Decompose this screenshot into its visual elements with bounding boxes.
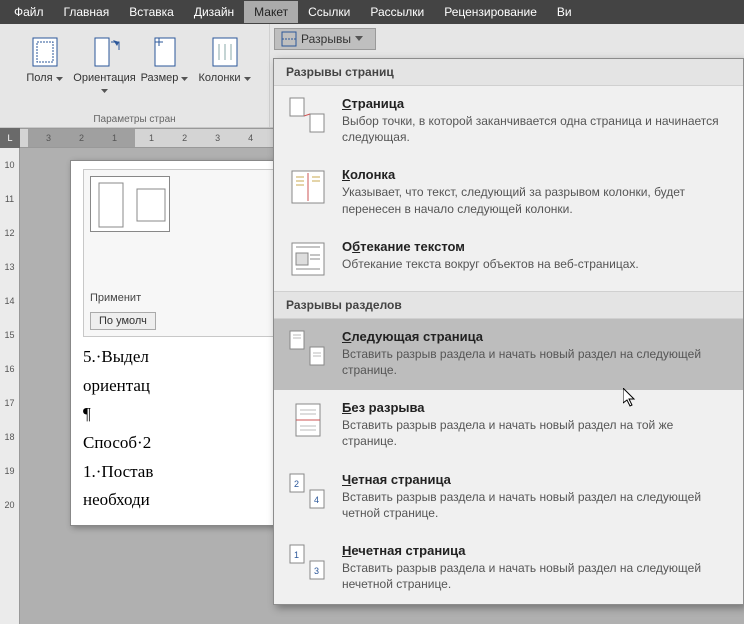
dd-item-title: Нечетная страница — [342, 543, 729, 558]
dd-item-страница[interactable]: Страница Выбор точки, в которой заканчива… — [274, 86, 743, 157]
menu-макет[interactable]: Макет — [244, 1, 298, 23]
dd-item-колонка[interactable]: Колонка Указывает, что текст, следующий з… — [274, 157, 743, 228]
dd-item-без-разрыва[interactable]: Без разрыва Вставить разрыв раздела и нач… — [274, 390, 743, 461]
dd-item-desc: Вставить разрыв раздела и начать новый р… — [342, 417, 729, 449]
dd-item-title: Страница — [342, 96, 729, 111]
svg-text:2: 2 — [294, 479, 299, 489]
breaks-dropdown: Разрывы страниц Страница Выбор точки, в к… — [273, 58, 744, 605]
dd-item-desc: Вставить разрыв раздела и начать новый р… — [342, 560, 729, 592]
ruler-corner[interactable]: L — [0, 128, 20, 148]
svg-text:4: 4 — [314, 495, 319, 505]
dd-item-title: Обтекание текстом — [342, 239, 639, 254]
ribbon-btn-колонки[interactable]: Колонки — [197, 30, 253, 96]
dd-item-icon — [288, 329, 328, 369]
dd-item-desc: Указывает, что текст, следующий за разры… — [342, 184, 729, 216]
ribbon-btn-label: Размер — [141, 72, 189, 84]
menu-ссылки[interactable]: Ссылки — [298, 1, 360, 23]
dd-items-page: Страница Выбор точки, в которой заканчива… — [274, 86, 743, 291]
поля-icon — [27, 34, 63, 70]
dd-item-title: Следующая страница — [342, 329, 729, 344]
dd-item-нечетная-страница[interactable]: 13Нечетная страницаВставить разрыв разде… — [274, 533, 743, 604]
dd-item-icon — [288, 96, 328, 136]
ribbon-group-label: Параметры стран — [93, 112, 175, 125]
dd-item-desc: Вставить разрыв раздела и начать новый р… — [342, 346, 729, 378]
dd-item-title: Колонка — [342, 167, 729, 182]
svg-text:3: 3 — [314, 566, 319, 576]
menu-рецензирование[interactable]: Рецензирование — [434, 1, 547, 23]
dd-item-title: Четная страница — [342, 472, 729, 487]
ribbon-group-page-setup: Поля Ориентация Размер Колонки Параметры… — [0, 24, 270, 127]
колонки-icon — [207, 34, 243, 70]
breaks-icon — [281, 31, 297, 47]
dd-item-icon — [288, 400, 328, 440]
dd-item-обтекание-текстом[interactable]: Обтекание текстом Обтекание текста вокруг… — [274, 229, 743, 291]
menu-главная[interactable]: Главная — [54, 1, 120, 23]
dd-item-icon: 24 — [288, 472, 328, 512]
размер-icon — [147, 34, 183, 70]
chevron-down-icon — [355, 36, 363, 42]
menu-вставка[interactable]: Вставка — [119, 1, 184, 23]
title-menubar: ФайлГлавнаяВставкаДизайнМакетСсылкиРассы… — [0, 0, 744, 24]
dd-item-следующая-страница[interactable]: Следующая страница Вставить разрыв раздел… — [274, 319, 743, 390]
ribbon-btn-label: Поля — [26, 72, 62, 84]
ribbon-btn-label: Колонки — [198, 72, 250, 84]
dd-item-desc: Выбор точки, в которой заканчивается одн… — [342, 113, 729, 145]
menu-ви[interactable]: Ви — [547, 1, 582, 23]
ribbon-btn-поля[interactable]: Поля — [17, 30, 73, 96]
ribbon-buttons-row: Поля Ориентация Размер Колонки — [17, 28, 253, 96]
svg-text:1: 1 — [294, 550, 299, 560]
dd-item-icon — [288, 239, 328, 279]
ribbon-btn-ориентация[interactable]: Ориентация — [77, 30, 133, 96]
dd-item-title: Без разрыва — [342, 400, 729, 415]
menu-файл[interactable]: Файл — [4, 1, 54, 23]
dd-item-четная-страница[interactable]: 24Четная страницаВставить разрыв раздела… — [274, 462, 743, 533]
breaks-button[interactable]: Разрывы — [274, 28, 376, 50]
ориентация-icon — [87, 34, 123, 70]
dd-section-page-breaks: Разрывы страниц — [274, 59, 743, 86]
default-button[interactable]: По умолч — [90, 312, 156, 330]
dd-section-section-breaks: Разрывы разделов — [274, 291, 743, 319]
preview-box-icon — [90, 176, 170, 232]
dd-item-icon — [288, 167, 328, 207]
ruler-vertical[interactable]: 1011121314151617181920 — [0, 148, 20, 624]
ribbon-btn-label: Ориентация — [73, 72, 135, 96]
dd-item-desc: Обтекание текста вокруг объектов на веб-… — [342, 256, 639, 272]
menu-дизайн[interactable]: Дизайн — [184, 1, 244, 23]
dd-item-desc: Вставить разрыв раздела и начать новый р… — [342, 489, 729, 521]
menu-рассылки[interactable]: Рассылки — [360, 1, 434, 23]
dd-item-icon: 13 — [288, 543, 328, 583]
breaks-label: Разрывы — [301, 32, 351, 46]
dd-items-section: Следующая страница Вставить разрыв раздел… — [274, 319, 743, 605]
ribbon-btn-размер[interactable]: Размер — [137, 30, 193, 96]
